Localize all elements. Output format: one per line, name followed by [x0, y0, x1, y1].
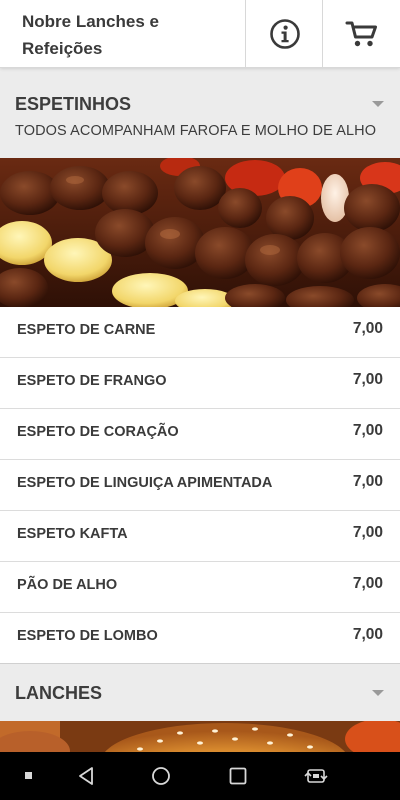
item-name: ESPETO KAFTA: [17, 526, 128, 542]
recents-icon: [229, 767, 247, 785]
list-item[interactable]: PÃO DE ALHO 7,00: [0, 562, 400, 613]
rotate-button[interactable]: [296, 752, 336, 800]
item-name: ESPETO DE LINGUIÇA APIMENTADA: [17, 475, 273, 491]
item-price: 7,00: [352, 422, 383, 439]
item-price: 7,00: [352, 320, 383, 337]
app-screen: Nobre Lanches e Refeições ESPETINHOS TOD…: [0, 0, 400, 800]
item-price: 7,00: [352, 524, 383, 541]
list-item[interactable]: ESPETO KAFTA 7,00: [0, 511, 400, 562]
item-name: ESPETO DE CORAÇÃO: [17, 424, 179, 440]
item-price: 7,00: [352, 371, 383, 388]
section-subtitle: TODOS ACOMPANHAM FAROFA E MOLHO DE ALHO: [15, 123, 377, 139]
section-header-lanches[interactable]: LANCHES: [0, 664, 400, 721]
list-item[interactable]: ESPETO DE FRANGO 7,00: [0, 358, 400, 409]
back-button[interactable]: [68, 752, 104, 800]
dot-button[interactable]: [14, 752, 44, 800]
list-item[interactable]: ESPETO DE LOMBO 7,00: [0, 613, 400, 664]
list-item[interactable]: ESPETO DE CARNE 7,00: [0, 307, 400, 358]
recents-button[interactable]: [220, 752, 256, 800]
lanches-photo: [0, 721, 400, 753]
section-title: LANCHES: [15, 683, 103, 703]
info-icon: [269, 18, 300, 49]
rotate-icon: [304, 769, 328, 783]
item-price: 7,00: [352, 473, 383, 490]
cart-icon: [345, 21, 377, 46]
home-icon: [152, 767, 170, 785]
item-name: ESPETO DE LOMBO: [17, 628, 158, 644]
item-name: PÃO DE ALHO: [17, 577, 118, 593]
top-bar: Nobre Lanches e Refeições: [0, 0, 400, 68]
info-button[interactable]: [245, 0, 323, 67]
item-name: ESPETO DE FRANGO: [17, 373, 167, 389]
chevron-down-icon: [372, 101, 384, 107]
system-nav-bar: [0, 752, 400, 800]
espetinhos-photo: [0, 158, 400, 307]
item-price: 7,00: [352, 626, 383, 643]
chevron-down-icon: [372, 690, 384, 696]
item-price: 7,00: [352, 575, 383, 592]
section-header-espetinhos[interactable]: ESPETINHOS TODOS ACOMPANHAM FAROFA E MOL…: [0, 76, 400, 158]
square-dot-icon: [25, 772, 32, 779]
menu-item-list: ESPETO DE CARNE 7,00 ESPETO DE FRANGO 7,…: [0, 307, 400, 664]
item-name: ESPETO DE CARNE: [17, 322, 156, 338]
home-button[interactable]: [143, 752, 179, 800]
list-item[interactable]: ESPETO DE CORAÇÃO 7,00: [0, 409, 400, 460]
cart-button[interactable]: [322, 0, 400, 67]
list-item[interactable]: ESPETO DE LINGUIÇA APIMENTADA 7,00: [0, 460, 400, 511]
section-title: ESPETINHOS: [15, 94, 132, 114]
back-icon: [79, 767, 93, 785]
restaurant-name: Nobre Lanches e Refeições: [22, 12, 159, 58]
